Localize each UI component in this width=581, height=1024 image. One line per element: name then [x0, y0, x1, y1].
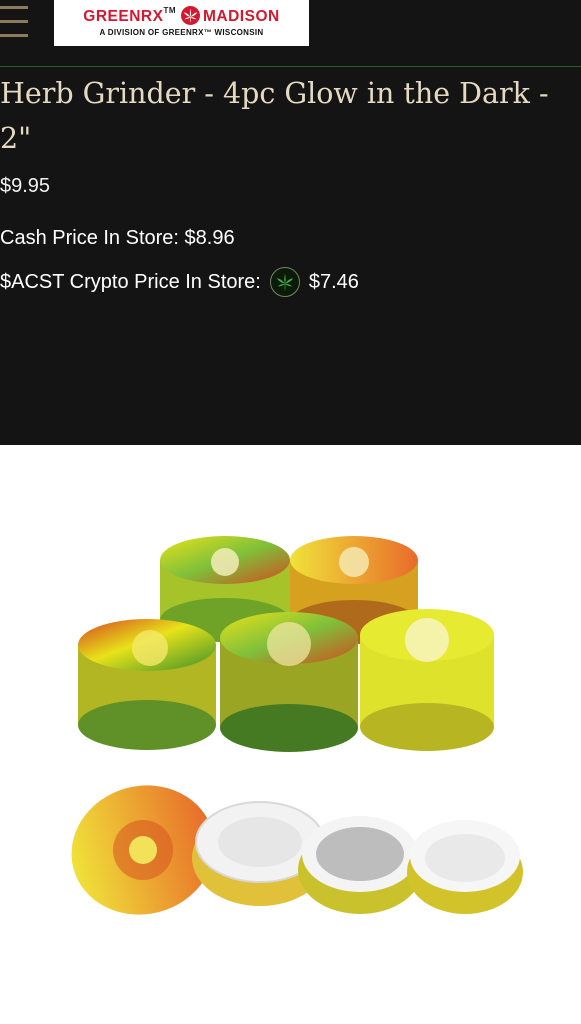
site-logo[interactable]: GREENRXTM MADISON A DIVISION OF GREENRX™ … — [54, 0, 309, 46]
grinder-screen-section — [298, 816, 422, 914]
logo-wordmark: GREENRXTM MADISON — [54, 6, 309, 26]
crypto-price-row: $ACST Crypto Price In Store: $7.46 — [0, 267, 359, 297]
cash-price-value: $8.96 — [184, 227, 235, 249]
crypto-price-value: $7.46 — [308, 270, 359, 293]
product-title: Herb Grinder - 4pc Glow in the Dark - 2" — [0, 77, 549, 155]
crypto-price-label: $ACST Crypto Price In Store: — [0, 270, 261, 293]
logo-subtitle: A DIVISION OF GREENRX™ WISCONSIN — [99, 28, 264, 37]
logo-brand-right: MADISON — [203, 8, 280, 25]
cannabis-leaf-icon — [181, 6, 200, 25]
grinder-kief-catcher — [407, 820, 523, 914]
product-details: Herb Grinder - 4pc Glow in the Dark - 2"… — [0, 67, 581, 445]
grinder-mid-left — [78, 619, 216, 750]
logo-trademark: TM — [163, 6, 176, 15]
product-price: $9.95 — [0, 175, 51, 197]
product-image[interactable] — [60, 520, 530, 940]
logo-brand-left: GREENRX — [83, 8, 164, 25]
grinder-mid-center — [220, 612, 358, 752]
cash-price-row: Cash Price In Store: $8.96 — [0, 227, 235, 250]
acst-coin-leaf-icon — [269, 267, 300, 297]
site-header: GREENRXTM MADISON A DIVISION OF GREENRX™ … — [0, 0, 581, 67]
hamburger-menu-icon[interactable] — [0, 6, 28, 40]
grinder-mid-right — [360, 609, 494, 751]
cash-price-label: Cash Price In Store: — [0, 227, 179, 249]
